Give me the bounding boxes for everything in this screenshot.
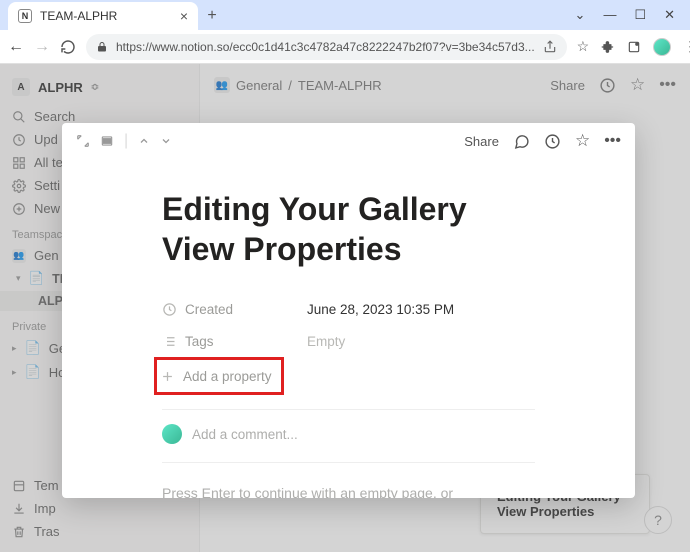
address-bar[interactable]: https://www.notion.so/ecc0c1d41c3c4782a4… <box>86 34 567 60</box>
back-button[interactable]: ← <box>8 38 24 56</box>
peek-mode-icon[interactable] <box>100 134 114 148</box>
prop-label-text: Created <box>185 302 233 317</box>
clock-icon[interactable] <box>544 133 561 150</box>
divider <box>162 409 535 410</box>
maximize-icon[interactable]: ☐ <box>634 7 646 23</box>
prev-page-icon[interactable] <box>138 135 150 147</box>
add-comment[interactable]: Add a comment... <box>162 420 535 448</box>
browser-tab[interactable]: N TEAM-ALPHR × <box>8 2 198 30</box>
highlight-annotation: Add a property <box>154 357 284 395</box>
add-property-label: Add a property <box>183 369 272 384</box>
forward-button[interactable]: → <box>34 38 50 56</box>
list-icon <box>162 334 177 349</box>
browser-toolbar: ← → https://www.notion.so/ecc0c1d41c3c47… <box>0 30 690 64</box>
prop-label-text: Tags <box>185 334 214 349</box>
minimize-icon[interactable]: — <box>603 7 616 23</box>
new-tab-button[interactable]: + <box>198 2 226 30</box>
property-created[interactable]: Created June 28, 2023 10:35 PM <box>162 293 535 325</box>
add-property-button[interactable]: Add a property <box>160 360 278 392</box>
share-button[interactable]: Share <box>464 134 499 149</box>
divider <box>162 462 535 463</box>
share-url-icon[interactable] <box>543 40 557 54</box>
next-page-icon[interactable] <box>160 135 172 147</box>
close-window-icon[interactable]: ✕ <box>664 7 675 23</box>
more-icon[interactable]: ••• <box>604 132 621 150</box>
clock-icon <box>162 302 177 317</box>
notion-favicon: N <box>18 9 32 23</box>
tab-title: TEAM-ALPHR <box>40 9 117 23</box>
tab-close-icon[interactable]: × <box>180 9 188 23</box>
expand-icon[interactable] <box>76 134 90 148</box>
dropdown-icon[interactable]: ⌄ <box>575 7 586 23</box>
avatar <box>162 424 182 444</box>
prop-value-created[interactable]: June 28, 2023 10:35 PM <box>307 302 454 317</box>
empty-page-hint: Press Enter to continue with an empty pa… <box>162 485 535 498</box>
comment-placeholder: Add a comment... <box>192 427 298 442</box>
star-icon[interactable]: ☆ <box>577 38 590 55</box>
page-modal: | Share ☆ ••• Editing Your Gallery View … <box>62 123 635 498</box>
url-text: https://www.notion.so/ecc0c1d41c3c4782a4… <box>116 40 535 54</box>
browser-titlebar: N TEAM-ALPHR × + ⌄ — ☐ ✕ <box>0 0 690 30</box>
new-notification-icon[interactable] <box>627 40 641 54</box>
reload-button[interactable] <box>60 39 76 55</box>
page-title[interactable]: Editing Your Gallery View Properties <box>162 189 535 269</box>
profile-avatar-icon[interactable] <box>653 38 671 56</box>
browser-menu-icon[interactable]: ⋮ <box>683 38 690 55</box>
comments-icon[interactable] <box>513 133 530 150</box>
property-tags[interactable]: Tags Empty <box>162 325 535 357</box>
lock-icon <box>96 41 108 53</box>
star-icon[interactable]: ☆ <box>575 131 590 151</box>
plus-icon <box>160 369 175 384</box>
prop-value-tags[interactable]: Empty <box>307 334 345 349</box>
extensions-icon[interactable] <box>601 40 615 54</box>
